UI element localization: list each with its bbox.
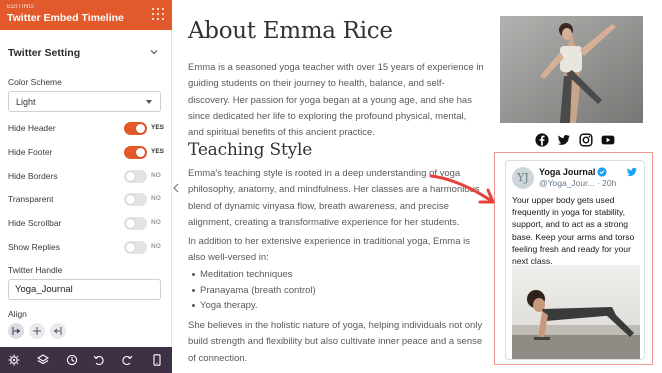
- sidebar-footer-toolbar: [0, 347, 172, 373]
- toggle-label: Show Replies: [8, 242, 60, 252]
- yoga-pose-image: [500, 16, 643, 123]
- hide-scrollbar-toggle[interactable]: [124, 217, 147, 230]
- plank-pose-image: [512, 290, 640, 359]
- tweet-media-image[interactable]: [512, 265, 640, 359]
- transparent-toggle[interactable]: [124, 193, 147, 206]
- layers-icon[interactable]: [37, 354, 49, 366]
- grid-menu-icon[interactable]: [152, 8, 164, 20]
- closing-paragraph: She believes in the holistic nature of y…: [188, 320, 483, 364]
- color-scheme-label: Color Scheme: [8, 77, 62, 87]
- align-right-icon: [54, 327, 62, 335]
- toggle-state: NO: [151, 195, 161, 202]
- toggle-row-hide-borders: Hide Borders NO: [0, 169, 172, 185]
- color-scheme-select[interactable]: Light: [8, 91, 161, 112]
- editor-sidebar: EDITING: Twitter Embed Timeline Twitter …: [0, 0, 172, 373]
- toggle-row-show-replies: Show Replies NO: [0, 240, 172, 256]
- toggle-label: Transparent: [8, 194, 54, 204]
- tweet-text: Your upper body gets used frequently in …: [512, 195, 635, 267]
- hide-borders-toggle[interactable]: [124, 170, 147, 183]
- align-center-button[interactable]: [29, 323, 45, 339]
- toggle-row-hide-scrollbar: Hide Scrollbar NO: [0, 216, 172, 232]
- align-right-button[interactable]: [50, 323, 66, 339]
- twitter-handle-input[interactable]: [8, 279, 161, 300]
- toggle-row-hide-footer: Hide Footer YES: [0, 145, 172, 161]
- verified-badge-icon: [597, 167, 607, 177]
- hide-footer-toggle[interactable]: [124, 146, 147, 159]
- section-title: Twitter Setting: [8, 47, 81, 59]
- sidebar-title: Twitter Embed Timeline: [7, 12, 124, 24]
- twitter-icon[interactable]: [557, 133, 571, 147]
- embedded-tweet[interactable]: YJ Yoga Journal @Yoga_Jour... · 20h Your…: [505, 160, 645, 360]
- tweet-author-name[interactable]: Yoga Journal: [539, 167, 595, 177]
- redo-icon[interactable]: [121, 354, 133, 366]
- list-item: Yoga therapy.: [192, 298, 316, 314]
- align-label: Align: [8, 309, 27, 319]
- toggle-label: Hide Footer: [8, 147, 53, 157]
- twitter-bird-icon[interactable]: [626, 167, 638, 177]
- additional-paragraph: In addition to her extensive experience …: [188, 236, 470, 264]
- hide-header-toggle[interactable]: [124, 122, 147, 135]
- profile-photo: [500, 16, 643, 123]
- intro-paragraph: Emma is a seasoned yoga teacher with ove…: [188, 62, 484, 139]
- history-icon[interactable]: [66, 354, 78, 366]
- show-replies-toggle[interactable]: [124, 241, 147, 254]
- sidebar-header: EDITING: Twitter Embed Timeline: [0, 0, 172, 30]
- toggle-state: YES: [151, 148, 165, 155]
- toggle-state: NO: [151, 243, 161, 250]
- chevron-down-icon: [150, 50, 158, 55]
- section-heading: Teaching Style: [188, 140, 313, 160]
- facebook-icon[interactable]: [535, 133, 549, 147]
- editing-label: EDITING:: [7, 4, 36, 10]
- youtube-icon[interactable]: [601, 133, 615, 147]
- caret-down-icon: [146, 100, 152, 104]
- toggle-row-hide-header: Hide Header YES: [0, 121, 172, 137]
- instagram-icon[interactable]: [579, 133, 593, 147]
- twitter-setting-section-header[interactable]: Twitter Setting: [0, 42, 172, 64]
- collapse-sidebar-icon[interactable]: [173, 183, 179, 193]
- align-left-icon: [12, 327, 20, 335]
- skills-list: Meditation techniques Pranayama (breath …: [192, 267, 316, 314]
- gear-icon[interactable]: [8, 354, 20, 366]
- tweet-handle-time[interactable]: @Yoga_Jour... · 20h: [539, 178, 616, 188]
- twitter-handle-label: Twitter Handle: [8, 265, 63, 275]
- toggle-row-transparent: Transparent NO: [0, 192, 172, 208]
- toggle-state: NO: [151, 219, 161, 226]
- align-left-button[interactable]: [8, 323, 24, 339]
- toggle-state: YES: [151, 124, 165, 131]
- mobile-icon[interactable]: [151, 354, 163, 366]
- toggle-label: Hide Borders: [8, 171, 58, 181]
- tweet-avatar[interactable]: YJ: [512, 167, 534, 189]
- page-title: About Emma Rice: [188, 18, 393, 44]
- list-item: Meditation techniques: [192, 267, 316, 283]
- annotation-arrow: [429, 174, 495, 204]
- toggle-state: NO: [151, 172, 161, 179]
- align-center-icon: [33, 327, 41, 335]
- color-scheme-value: Light: [16, 97, 36, 107]
- toggle-label: Hide Header: [8, 123, 56, 133]
- toggle-label: Hide Scrollbar: [8, 218, 62, 228]
- undo-icon[interactable]: [93, 354, 105, 366]
- list-item: Pranayama (breath control): [192, 283, 316, 299]
